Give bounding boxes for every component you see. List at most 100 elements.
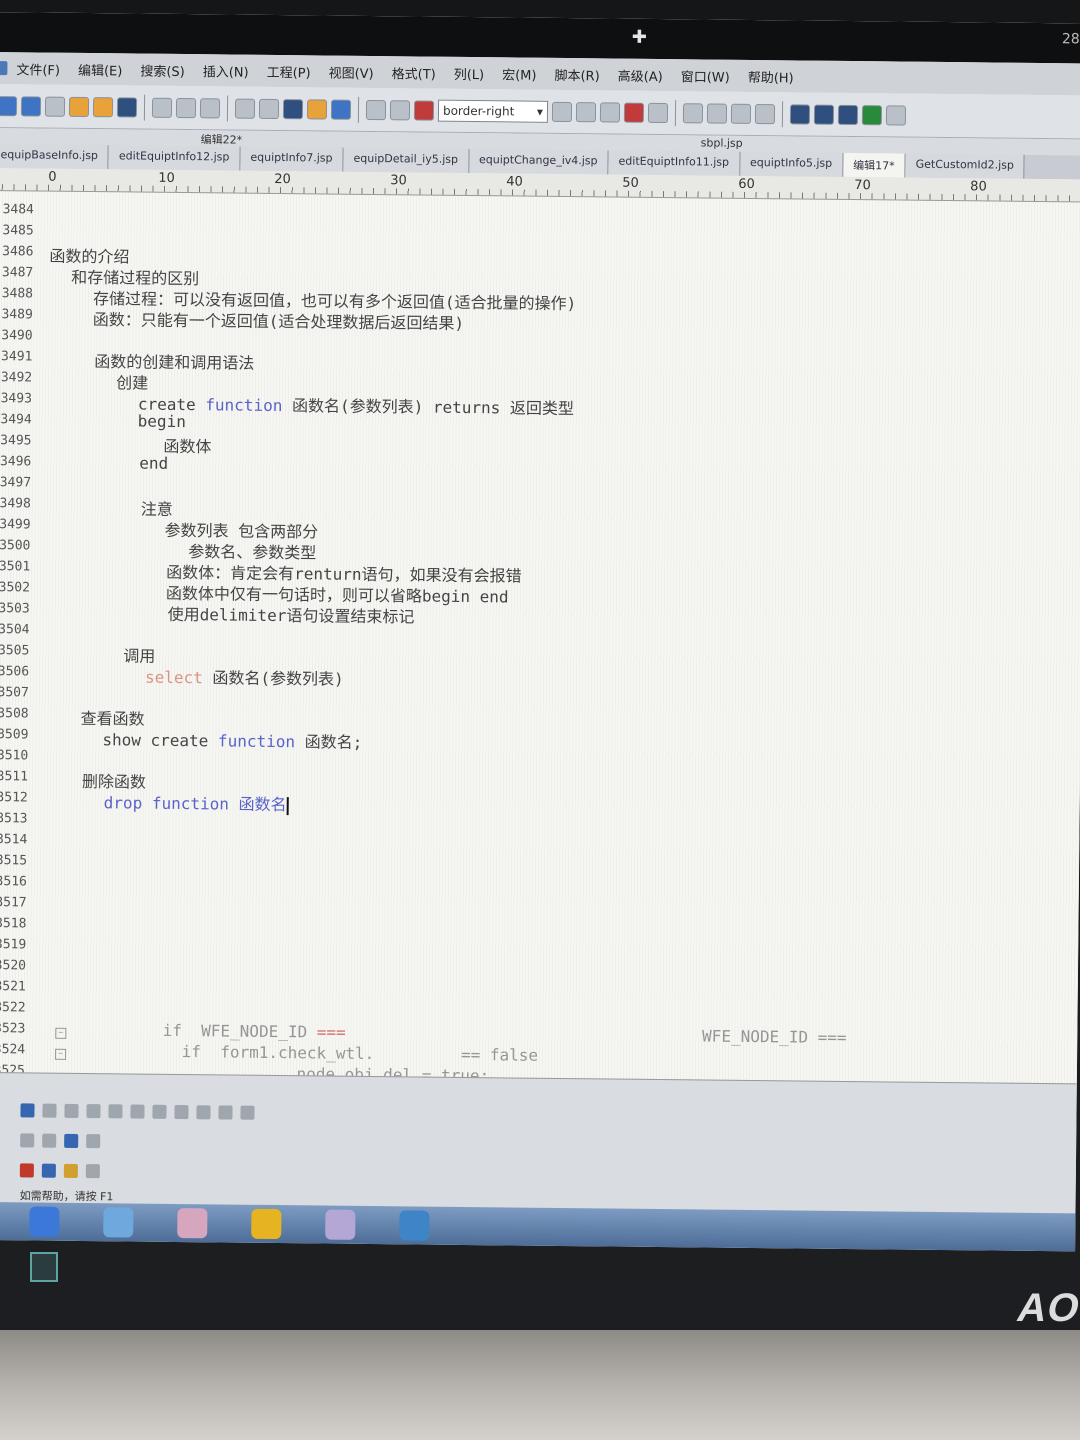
code-line: begin — [137, 411, 186, 432]
menu-format[interactable]: 格式(T) — [383, 63, 445, 83]
file-tab[interactable]: equiptInfo5.jsp — [739, 151, 844, 177]
code-text: 函数名(参数列表) — [212, 668, 344, 689]
file-tab[interactable]: equiptChange_iv4.jsp — [468, 149, 609, 175]
file-tab[interactable]: equipDetail_iy5.jsp — [343, 147, 470, 174]
print-icon[interactable] — [151, 97, 173, 118]
line-number: 3493 — [0, 391, 33, 407]
menu-advanced[interactable]: 高级(A) — [609, 65, 672, 85]
bold-icon[interactable] — [20, 1103, 35, 1118]
browser-icon[interactable] — [251, 1208, 282, 1240]
html-icon[interactable] — [19, 1163, 34, 1178]
anchor-icon[interactable] — [218, 1105, 233, 1120]
save-icon[interactable] — [116, 96, 138, 118]
globe-icon[interactable] — [330, 99, 352, 120]
ftp-icon[interactable] — [647, 102, 669, 123]
menu-search[interactable]: 搜索(S) — [131, 60, 194, 80]
find-in-files-icon[interactable] — [575, 101, 597, 122]
align-center-icon[interactable] — [706, 102, 728, 124]
link-icon[interactable] — [196, 1105, 211, 1120]
explorer-icon[interactable] — [103, 1207, 134, 1238]
ruler-label: 50 — [620, 175, 641, 191]
style-select[interactable]: border-right ▾ — [437, 99, 549, 123]
find-icon[interactable] — [551, 101, 573, 122]
file-tab[interactable]: editEquiptInfo12.jsp — [108, 145, 241, 171]
keyword-function: function — [205, 395, 283, 416]
menu-view[interactable]: 视图(V) — [320, 62, 383, 82]
open-folder-icon[interactable] — [68, 96, 90, 117]
menu-column[interactable]: 列(L) — [445, 63, 494, 83]
pin-icon[interactable]: ✚ — [632, 27, 647, 48]
menu-project[interactable]: 工程(P) — [258, 61, 320, 81]
font-icon[interactable] — [86, 1134, 101, 1149]
power-button[interactable] — [30, 1252, 58, 1282]
line-number: 3497 — [0, 475, 32, 491]
script-icon[interactable] — [42, 1133, 57, 1148]
align-icon[interactable] — [86, 1104, 101, 1119]
cut-icon[interactable] — [365, 99, 387, 120]
page-setup-icon[interactable] — [199, 97, 221, 118]
tag-icon[interactable] — [20, 1133, 35, 1148]
list-icon[interactable] — [108, 1104, 123, 1119]
file-tab[interactable]: equiptInfo7.jsp — [240, 146, 344, 172]
menu-macro[interactable]: 宏(M) — [493, 64, 546, 84]
tab-group-left[interactable]: 编辑22* — [201, 131, 243, 147]
editor-app-icon[interactable] — [325, 1209, 356, 1240]
image-icon[interactable] — [174, 1104, 189, 1120]
code-line: 函数：只能有一个返回值(适合处理数据后返回结果) — [92, 310, 465, 333]
line-number: 3492 — [0, 370, 33, 386]
menu-insert[interactable]: 插入(N) — [194, 61, 258, 81]
css-icon[interactable] — [41, 1163, 56, 1178]
italic-icon[interactable] — [42, 1103, 57, 1118]
menu-file[interactable]: 文件(F) — [7, 59, 69, 79]
indent-icon[interactable] — [130, 1104, 145, 1119]
ruler-label: 40 — [504, 174, 525, 190]
clipboard-icon[interactable] — [306, 98, 328, 120]
table-icon[interactable] — [152, 1104, 167, 1119]
code-editor[interactable]: 3484 3485 3486 3487 3488 3489 3490 3491 … — [0, 191, 1080, 1099]
window-split-icon[interactable] — [813, 104, 835, 125]
file-tab-active[interactable]: 编辑17* — [843, 152, 906, 178]
back-icon[interactable] — [0, 95, 18, 116]
php-icon[interactable] — [85, 1164, 100, 1179]
floppy-icon[interactable] — [282, 98, 304, 119]
spell-check-icon[interactable] — [623, 102, 645, 123]
menu-script[interactable]: 脚本(R) — [545, 64, 608, 84]
toolbar-separator — [781, 100, 784, 127]
forward-icon[interactable] — [20, 95, 42, 117]
align-left-icon[interactable] — [682, 102, 704, 123]
keyword-if: if — [181, 1042, 202, 1062]
underline-icon[interactable] — [64, 1103, 79, 1118]
ruler-label: 30 — [388, 173, 409, 189]
document-icon[interactable] — [234, 98, 256, 119]
line-number: 3519 — [0, 937, 27, 953]
line-number: 3504 — [0, 622, 30, 638]
js-icon[interactable] — [63, 1163, 78, 1178]
app-icon[interactable] — [177, 1208, 208, 1239]
list-icon[interactable] — [258, 98, 280, 119]
file-tab[interactable]: editEquiptInfo11.jsp — [608, 150, 741, 176]
paste-icon[interactable] — [413, 99, 435, 121]
window-tile-icon[interactable] — [789, 103, 811, 125]
tab-group-right[interactable]: sbpl.jsp — [701, 136, 743, 149]
replace-icon[interactable] — [599, 101, 621, 123]
fold-toggle-icon[interactable]: − — [55, 1048, 67, 1060]
menu-help[interactable]: 帮助(H) — [739, 66, 803, 86]
file-tab[interactable]: equipBaseInfo.jsp — [0, 143, 110, 170]
justify-icon[interactable] — [754, 103, 776, 124]
align-right-icon[interactable] — [730, 103, 752, 124]
file-tab[interactable]: GetCustomId2.jsp — [905, 153, 1026, 179]
fold-toggle-icon[interactable]: − — [55, 1027, 67, 1039]
new-file-icon[interactable] — [44, 96, 66, 117]
start-icon[interactable] — [29, 1206, 60, 1237]
form-icon[interactable] — [240, 1105, 255, 1120]
vscode-icon[interactable] — [399, 1210, 430, 1241]
menu-window[interactable]: 窗口(W) — [672, 66, 739, 86]
open-project-icon[interactable] — [92, 96, 114, 117]
settings-icon[interactable] — [885, 104, 907, 126]
browser-icon[interactable] — [861, 104, 883, 125]
window-cascade-icon[interactable] — [837, 104, 859, 125]
style-icon[interactable] — [64, 1133, 79, 1148]
copy-icon[interactable] — [389, 99, 411, 120]
print-preview-icon[interactable] — [175, 97, 197, 118]
menu-edit[interactable]: 编辑(E) — [69, 59, 132, 79]
